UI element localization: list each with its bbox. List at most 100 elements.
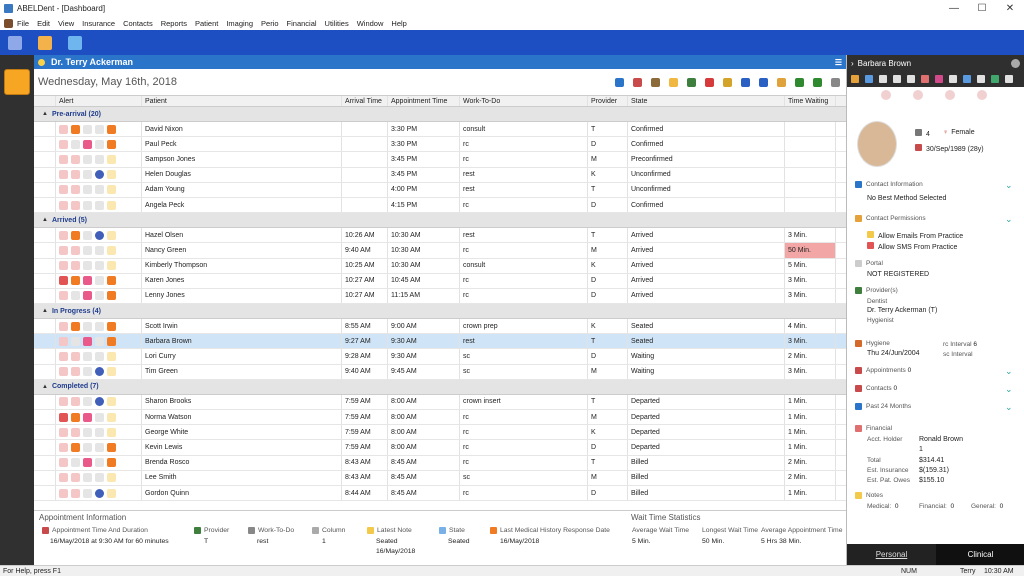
collapse-arrow-icon[interactable]: ▲ xyxy=(42,308,48,314)
table-row[interactable]: Kimberly Thompson 10:25 AM 10:30 AM consult… xyxy=(34,258,846,274)
tab-personal[interactable]: Personal xyxy=(847,544,936,565)
alert-cell[interactable] xyxy=(56,349,142,364)
list-icon[interactable] xyxy=(949,75,957,83)
medical-icon[interactable] xyxy=(921,75,929,83)
app-menu-icon[interactable] xyxy=(4,19,13,28)
group-header[interactable]: ▲ In Progress (4) xyxy=(34,304,846,320)
table-row[interactable]: Sharon Brooks 7:59 AM 8:00 AM crown insert T… xyxy=(34,394,846,410)
col-work[interactable]: Work-To-Do xyxy=(460,96,588,106)
col-state[interactable]: State xyxy=(628,96,785,106)
col-provider[interactable]: Provider xyxy=(588,96,628,106)
checkbox-icon[interactable] xyxy=(867,231,874,238)
menu-edit[interactable]: Edit xyxy=(33,19,54,28)
chevron-down-icon[interactable]: ⌄ xyxy=(1005,402,1013,413)
menu-window[interactable]: Window xyxy=(353,19,388,28)
group-header[interactable]: ▲ Arrived (5) xyxy=(34,213,846,229)
tooth2-icon[interactable] xyxy=(963,75,971,83)
tab-clinical[interactable]: Clinical xyxy=(936,544,1024,565)
group-header[interactable]: ▲ Pre-arrival (20) xyxy=(34,107,846,122)
alert-cell[interactable] xyxy=(56,319,142,334)
menu-financial[interactable]: Financial xyxy=(283,19,321,28)
money2-icon[interactable] xyxy=(813,77,822,87)
menu-insurance[interactable]: Insurance xyxy=(78,19,119,28)
alert-cell[interactable] xyxy=(56,470,142,485)
col-arrival[interactable]: Arrival Time xyxy=(342,96,388,106)
chevron-right-icon[interactable]: › xyxy=(851,59,854,68)
table-row[interactable]: David Nixon 3:30 PM consult T Confirmed xyxy=(34,122,846,138)
alert-cell[interactable] xyxy=(56,228,142,243)
table-row[interactable]: George White 7:59 AM 8:00 AM rc K Departed 1 M… xyxy=(34,425,846,441)
alert-cell[interactable] xyxy=(56,182,142,197)
calendar2-icon[interactable] xyxy=(907,75,915,83)
col-wait[interactable]: Time Waiting xyxy=(785,96,836,106)
chart-icon[interactable] xyxy=(687,77,696,87)
patient-icon[interactable] xyxy=(38,35,52,50)
money-icon[interactable] xyxy=(795,77,804,87)
table-row[interactable]: Nancy Green 9:40 AM 10:30 AM rc M Arrived 50 M… xyxy=(34,243,846,259)
table-row[interactable]: Adam Young 4:00 PM rest T Unconfirmed xyxy=(34,182,846,198)
table-row[interactable]: Paul Peck 3:30 PM rc D Confirmed xyxy=(34,137,846,153)
alert-cell[interactable] xyxy=(56,122,142,137)
table-row[interactable]: Angela Peck 4:15 PM rc D Confirmed xyxy=(34,197,846,214)
alert-cell[interactable] xyxy=(56,485,142,501)
person-icon[interactable] xyxy=(741,77,750,87)
bell-icon[interactable] xyxy=(723,77,732,87)
col-alert[interactable]: Alert xyxy=(56,96,142,106)
tooth-chart-icon[interactable] xyxy=(865,75,873,83)
table-row[interactable]: Gordon Quinn 8:44 AM 8:45 AM rc D Billed 1 Min… xyxy=(34,485,846,502)
table-row[interactable]: Barbara Brown 9:27 AM 9:30 AM rest T Seated 3 … xyxy=(34,334,846,350)
alert-cell[interactable] xyxy=(56,137,142,152)
home-icon[interactable] xyxy=(851,75,859,83)
close-button[interactable]: ✕ xyxy=(996,3,1024,14)
minimize-button[interactable]: — xyxy=(940,3,968,14)
alert-cell[interactable] xyxy=(56,334,142,349)
alert-cell[interactable] xyxy=(56,243,142,258)
refresh-icon[interactable] xyxy=(615,77,624,87)
col-patient[interactable]: Patient xyxy=(142,96,342,106)
x-checkbox-icon[interactable] xyxy=(867,242,874,249)
table-row[interactable]: Tim Green 9:40 AM 9:45 AM sc M Waiting 3 Min. xyxy=(34,364,846,380)
table-row[interactable]: Helen Douglas 3:45 PM rest K Unconfirmed xyxy=(34,167,846,183)
table-row[interactable]: Scott Irwin 8:55 AM 9:00 AM crown prep K Seat… xyxy=(34,319,846,335)
menu-contacts[interactable]: Contacts xyxy=(119,19,157,28)
patient-tool-icon[interactable] xyxy=(651,77,660,87)
table-row[interactable]: Norma Watson 7:59 AM 8:00 AM rc M Departed 1 M… xyxy=(34,410,846,426)
tooth-icon[interactable] xyxy=(68,35,82,50)
chart2-icon[interactable] xyxy=(977,75,985,83)
menu-view[interactable]: View xyxy=(54,19,78,28)
document-icon[interactable] xyxy=(879,75,887,83)
menu-reports[interactable]: Reports xyxy=(157,19,191,28)
alert-cell[interactable] xyxy=(56,440,142,455)
dashboard-nav-icon[interactable] xyxy=(4,69,30,95)
menu-icon[interactable]: ☰ xyxy=(835,58,842,67)
chevron-down-icon[interactable]: ⌄ xyxy=(1005,180,1013,191)
calendar-tool-icon[interactable] xyxy=(633,77,642,87)
table-row[interactable]: Hazel Olsen 10:26 AM 10:30 AM rest T Arrived 3… xyxy=(34,228,846,244)
col-appt[interactable]: Appointment Time xyxy=(388,96,460,106)
alert-cell[interactable] xyxy=(56,152,142,167)
chevron-down-icon[interactable]: ⌄ xyxy=(1005,366,1013,377)
menu-help[interactable]: Help xyxy=(387,19,410,28)
contacts-icon[interactable] xyxy=(777,77,786,87)
table-row[interactable]: Karen Jones 10:27 AM 10:45 AM rc D Arrived 3 M… xyxy=(34,273,846,289)
menu-utilities[interactable]: Utilities xyxy=(321,19,353,28)
calendar-icon[interactable] xyxy=(8,35,22,50)
chevron-down-icon[interactable]: ⌄ xyxy=(1005,384,1013,395)
table-row[interactable]: Lenny Jones 10:27 AM 11:15 AM rc D Arrived 3 M… xyxy=(34,288,846,305)
alert-cell[interactable] xyxy=(56,273,142,288)
collapse-arrow-icon[interactable]: ▲ xyxy=(42,111,48,117)
grid2-icon[interactable] xyxy=(1005,75,1013,83)
pill-icon[interactable] xyxy=(935,75,943,83)
table-row[interactable]: Lori Curry 9:28 AM 9:30 AM sc D Waiting 2 Min. xyxy=(34,349,846,365)
menu-file[interactable]: File xyxy=(13,19,33,28)
table-row[interactable]: Lee Smith 8:43 AM 8:45 AM sc M Billed 2 Min. xyxy=(34,470,846,486)
alert-cell[interactable] xyxy=(56,455,142,470)
menu-imaging[interactable]: Imaging xyxy=(222,19,257,28)
collapse-arrow-icon[interactable]: ▲ xyxy=(42,384,48,390)
maximize-button[interactable]: ☐ xyxy=(968,3,996,14)
grid-icon[interactable] xyxy=(831,77,840,87)
table-row[interactable]: Brenda Rosco 8:43 AM 8:45 AM rc T Billed 2 Min… xyxy=(34,455,846,471)
table-row[interactable]: Kevin Lewis 7:59 AM 8:00 AM rc D Departed 1 Mi… xyxy=(34,440,846,456)
alert-cell[interactable] xyxy=(56,258,142,273)
gear-icon[interactable] xyxy=(1011,58,1020,68)
